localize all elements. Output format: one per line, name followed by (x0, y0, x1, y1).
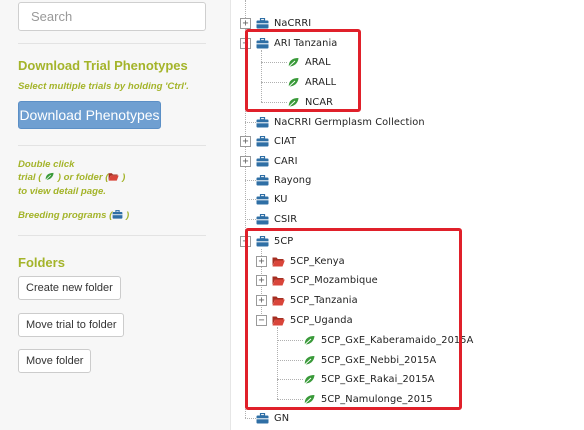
breeding-close-paren: ) (123, 210, 130, 221)
divider (18, 43, 206, 44)
node-label: Rayong (274, 174, 312, 186)
node-label: CSIR (274, 213, 298, 225)
tree-node-gn[interactable]: GN (256, 410, 289, 426)
download-phenotypes-button[interactable]: Download Phenotypes (18, 101, 161, 129)
tree-node-csir[interactable]: CSIR (256, 211, 297, 227)
briefcase-icon (256, 117, 269, 128)
help-line-1: Double click (18, 159, 75, 170)
briefcase-icon (256, 18, 269, 29)
sidebar-panel: Download Trial Phenotypes Select multipl… (0, 0, 231, 430)
tree-connector (245, 199, 256, 200)
create-folder-button[interactable]: Create new folder (18, 276, 121, 300)
highlight-box-5cp (245, 228, 462, 410)
expand-toggle[interactable]: + (240, 17, 251, 29)
move-folder-button[interactable]: Move folder (18, 349, 92, 373)
tree-connector (245, 219, 256, 220)
briefcase-icon (112, 210, 123, 219)
expand-toggle[interactable]: + (240, 155, 251, 167)
tree-connector (245, 418, 256, 419)
node-label: CIAT (274, 135, 297, 147)
folder-icon (108, 172, 119, 181)
breeding-text: Breeding programs ( (18, 210, 113, 221)
tree-node-ku[interactable]: KU (256, 191, 288, 207)
move-trial-button[interactable]: Move trial to folder (18, 313, 125, 337)
breeding-programs-legend: Breeding programs ( ) (18, 210, 129, 222)
expand-toggle[interactable]: + (240, 135, 251, 147)
highlight-box-ari-tanzania (245, 29, 361, 112)
briefcase-icon (256, 214, 269, 225)
node-label: NaCRRI Germplasm Collection (274, 116, 425, 128)
node-label: KU (274, 193, 288, 205)
briefcase-icon (256, 136, 269, 147)
divider (18, 145, 206, 146)
tree-node-ciat[interactable]: + CIAT (240, 133, 296, 149)
divider (18, 235, 206, 236)
tree-node-cari[interactable]: + CARI (240, 153, 298, 169)
node-label: CARI (274, 155, 298, 167)
tree-connector (245, 122, 256, 123)
node-label: GN (274, 412, 290, 424)
search-input[interactable] (18, 2, 206, 31)
briefcase-icon (256, 156, 269, 167)
tree-node-rayong[interactable]: Rayong (256, 172, 311, 188)
tree-node-nacrri-germplasm[interactable]: NaCRRI Germplasm Collection (256, 114, 425, 130)
help-folder-text: ) or folder ( (55, 172, 109, 183)
briefcase-icon (256, 175, 269, 186)
leaf-icon (44, 172, 55, 181)
help-trial-text: trial ( (18, 172, 42, 183)
briefcase-icon (256, 413, 269, 424)
help-line-3: to view detail page. (18, 186, 106, 197)
help-line-2: trial ( ) or folder ( ) (18, 172, 125, 184)
node-label: NaCRRI (274, 17, 312, 29)
tree-connector (245, 180, 256, 181)
trial-tree: + NaCRRI − ARI Tanzania ARAL ARALL NCAR … (240, 0, 584, 430)
folders-heading: Folders (18, 255, 65, 270)
download-heading: Download Trial Phenotypes (18, 58, 188, 73)
download-hint: Select multiple trials by holding 'Ctrl'… (18, 81, 189, 92)
briefcase-icon (256, 194, 269, 205)
help-close-paren: ) (122, 172, 126, 183)
